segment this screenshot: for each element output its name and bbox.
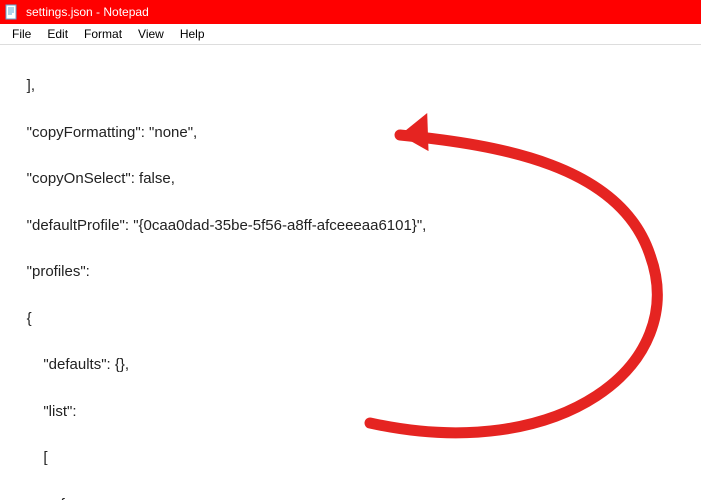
notepad-app-icon: [4, 4, 20, 20]
code-line: "copyOnSelect": false,: [10, 167, 693, 190]
text-editor[interactable]: ], "copyFormatting": "none", "copyOnSele…: [0, 45, 701, 500]
code-line: {: [10, 307, 693, 330]
code-line: "defaultProfile": "{0caa0dad-35be-5f56-a…: [10, 214, 693, 237]
menu-view[interactable]: View: [130, 25, 172, 43]
code-line: "profiles":: [10, 260, 693, 283]
titlebar: settings.json - Notepad: [0, 0, 701, 24]
menu-format[interactable]: Format: [76, 25, 130, 43]
menu-file[interactable]: File: [4, 25, 39, 43]
code-line: {: [10, 493, 693, 500]
menu-help[interactable]: Help: [172, 25, 213, 43]
window-title: settings.json - Notepad: [26, 5, 149, 19]
code-line: ],: [10, 74, 693, 97]
code-line: "copyFormatting": "none",: [10, 121, 693, 144]
code-line: "list":: [10, 400, 693, 423]
code-line: [: [10, 446, 693, 469]
menu-edit[interactable]: Edit: [39, 25, 76, 43]
menubar: File Edit Format View Help: [0, 24, 701, 45]
code-line: "defaults": {},: [10, 353, 693, 376]
